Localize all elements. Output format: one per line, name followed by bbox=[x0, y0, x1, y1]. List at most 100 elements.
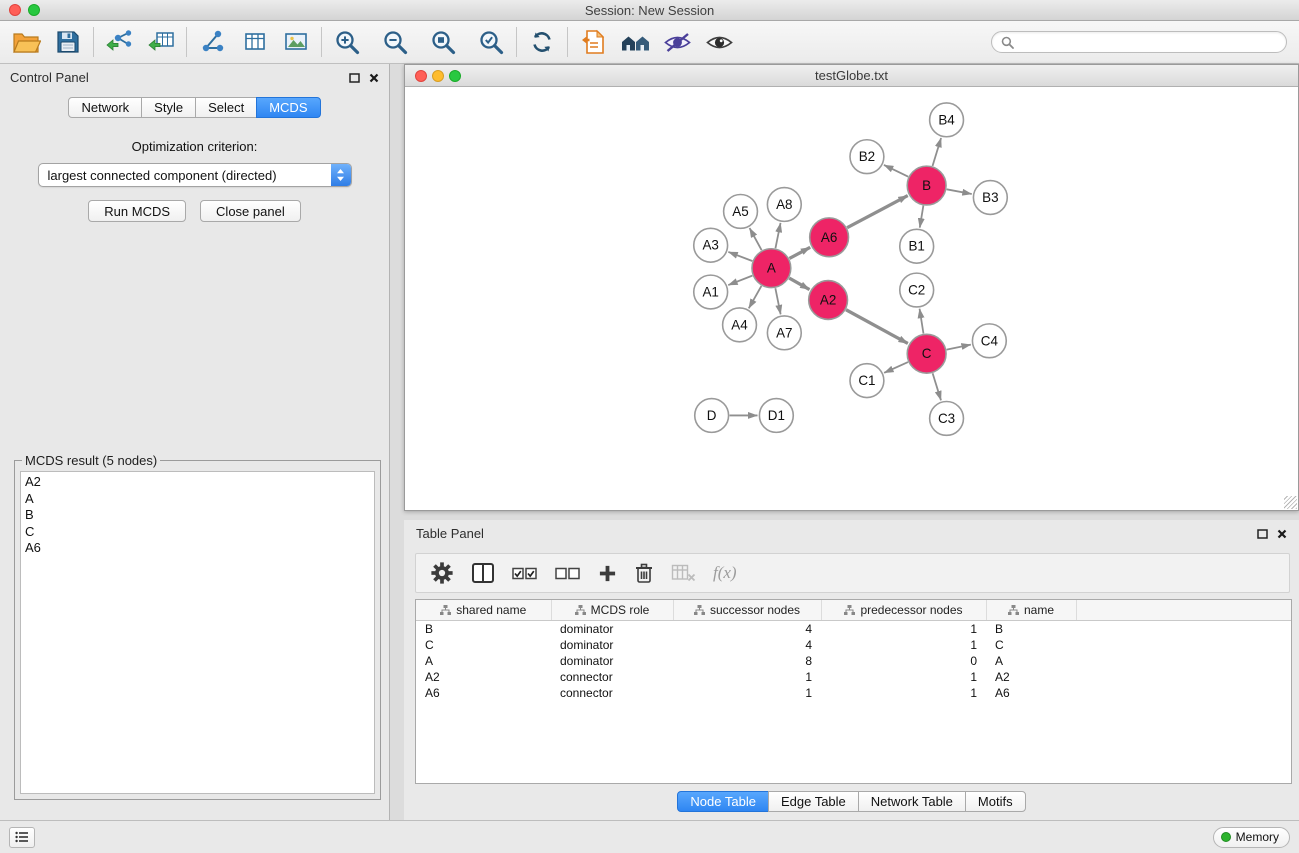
edge-C-C1[interactable] bbox=[884, 362, 908, 373]
zoom-out-button[interactable] bbox=[379, 25, 411, 59]
result-item[interactable]: A2 bbox=[25, 474, 370, 491]
table-cell[interactable]: 1 bbox=[821, 669, 986, 685]
zoom-selected-button[interactable] bbox=[475, 25, 507, 59]
network-window-titlebar[interactable]: testGlobe.txt bbox=[405, 65, 1298, 87]
new-network-button[interactable] bbox=[196, 25, 228, 59]
table-row[interactable]: Adominator80A bbox=[416, 653, 1291, 669]
table-cell[interactable]: dominator bbox=[551, 653, 673, 669]
table-cell[interactable]: dominator bbox=[551, 620, 673, 637]
toggle-graphics-details-button[interactable] bbox=[661, 25, 693, 59]
column-header-name[interactable]: name bbox=[986, 600, 1076, 620]
table-cell[interactable]: 1 bbox=[821, 685, 986, 701]
node-A6[interactable]: A6 bbox=[810, 218, 849, 257]
column-header-shared-name[interactable]: shared name bbox=[416, 600, 551, 620]
edge-C-C4[interactable] bbox=[947, 345, 971, 350]
edge-A-A7[interactable] bbox=[775, 288, 780, 314]
node-A8[interactable]: A8 bbox=[767, 188, 801, 222]
column-header-predecessor-nodes[interactable]: predecessor nodes bbox=[821, 600, 986, 620]
table-cell[interactable]: 4 bbox=[673, 637, 821, 653]
edge-A-A8[interactable] bbox=[775, 223, 780, 248]
edge-B-B4[interactable] bbox=[933, 138, 942, 166]
table-row[interactable]: Cdominator41C bbox=[416, 637, 1291, 653]
edge-A2-C[interactable] bbox=[846, 310, 908, 344]
edge-B-B1[interactable] bbox=[920, 206, 924, 228]
node-C4[interactable]: C4 bbox=[972, 324, 1006, 358]
close-window-button[interactable] bbox=[9, 4, 21, 16]
node-C3[interactable]: C3 bbox=[930, 402, 964, 436]
edge-A-A1[interactable] bbox=[728, 276, 752, 285]
deselect-all-button[interactable] bbox=[555, 558, 581, 588]
tab-network[interactable]: Network bbox=[68, 97, 142, 118]
node-A3[interactable]: A3 bbox=[694, 228, 728, 262]
save-session-button[interactable] bbox=[52, 25, 84, 59]
table-cell[interactable]: 0 bbox=[821, 653, 986, 669]
edge-A-A4[interactable] bbox=[749, 286, 762, 308]
table-cell[interactable]: 8 bbox=[673, 653, 821, 669]
tab-mcds[interactable]: MCDS bbox=[256, 97, 320, 118]
edge-C-C3[interactable] bbox=[933, 373, 941, 400]
tab-select[interactable]: Select bbox=[195, 97, 257, 118]
zoom-in-button[interactable] bbox=[331, 25, 363, 59]
node-D[interactable]: D bbox=[695, 399, 729, 433]
task-history-button[interactable] bbox=[9, 827, 35, 848]
edge-A-A5[interactable] bbox=[750, 228, 762, 250]
tab-edge-table[interactable]: Edge Table bbox=[768, 791, 859, 812]
titlebar[interactable]: Session: New Session bbox=[0, 0, 1299, 21]
new-table-button[interactable] bbox=[238, 25, 270, 59]
search-box[interactable] bbox=[991, 31, 1287, 53]
table-row[interactable]: A6connector11A6 bbox=[416, 685, 1291, 701]
node-table[interactable]: shared nameMCDS rolesuccessor nodesprede… bbox=[415, 599, 1292, 784]
edge-C-C2[interactable] bbox=[920, 309, 924, 334]
table-cell[interactable]: 1 bbox=[673, 685, 821, 701]
open-session-button[interactable] bbox=[10, 25, 42, 59]
run-mcds-button[interactable]: Run MCDS bbox=[88, 200, 186, 222]
add-column-button[interactable] bbox=[598, 558, 617, 588]
minimize-network-window-button[interactable] bbox=[432, 70, 444, 82]
table-cell[interactable]: B bbox=[986, 620, 1076, 637]
node-A2[interactable]: A2 bbox=[809, 281, 848, 320]
node-A5[interactable]: A5 bbox=[724, 194, 758, 228]
edge-A6-B[interactable] bbox=[847, 196, 908, 228]
import-network-from-file-button[interactable] bbox=[103, 25, 135, 59]
node-A7[interactable]: A7 bbox=[767, 316, 801, 350]
result-item[interactable]: A6 bbox=[25, 540, 370, 557]
node-A[interactable]: A bbox=[752, 249, 791, 288]
table-cell[interactable]: connector bbox=[551, 685, 673, 701]
edge-B-B2[interactable] bbox=[884, 165, 908, 177]
close-panel-icon[interactable] bbox=[369, 73, 379, 83]
table-settings-button[interactable] bbox=[430, 558, 454, 588]
table-cell[interactable]: A6 bbox=[986, 685, 1076, 701]
export-image-button[interactable] bbox=[280, 25, 312, 59]
table-cell[interactable]: 4 bbox=[673, 620, 821, 637]
table-cell[interactable]: B bbox=[416, 620, 551, 637]
mcds-result-list[interactable]: A2ABCA6 bbox=[20, 471, 375, 794]
criterion-dropdown[interactable]: largest connected component (directed) bbox=[38, 163, 352, 187]
show-hide-details-button[interactable] bbox=[703, 25, 735, 59]
close-network-window-button[interactable] bbox=[415, 70, 427, 82]
table-cell[interactable]: C bbox=[416, 637, 551, 653]
zoom-network-window-button[interactable] bbox=[449, 70, 461, 82]
close-panel-button[interactable]: Close panel bbox=[200, 200, 301, 222]
table-cell[interactable]: A bbox=[986, 653, 1076, 669]
result-item[interactable]: A bbox=[25, 491, 370, 508]
node-B4[interactable]: B4 bbox=[930, 103, 964, 137]
node-B1[interactable]: B1 bbox=[900, 229, 934, 263]
node-A4[interactable]: A4 bbox=[723, 308, 757, 342]
tab-motifs[interactable]: Motifs bbox=[965, 791, 1026, 812]
resize-grip[interactable] bbox=[1284, 496, 1297, 509]
close-table-panel-icon[interactable] bbox=[1277, 529, 1287, 539]
table-cell[interactable]: A6 bbox=[416, 685, 551, 701]
delete-column-button[interactable] bbox=[634, 558, 654, 588]
node-C[interactable]: C bbox=[907, 334, 946, 373]
node-A1[interactable]: A1 bbox=[694, 275, 728, 309]
function-builder-button[interactable]: f(x) bbox=[713, 558, 737, 588]
table-cell[interactable]: 1 bbox=[821, 620, 986, 637]
table-cell[interactable]: A2 bbox=[986, 669, 1076, 685]
table-cell[interactable]: connector bbox=[551, 669, 673, 685]
node-B2[interactable]: B2 bbox=[850, 140, 884, 174]
table-cell[interactable]: A bbox=[416, 653, 551, 669]
network-canvas[interactable]: B4B2BB3A5A8A6A3B1AA1C2A2A4A7C4CC1C3DD1 bbox=[405, 87, 1298, 510]
edge-A-A2[interactable] bbox=[789, 278, 809, 289]
float-table-panel-icon[interactable] bbox=[1257, 529, 1268, 539]
node-D1[interactable]: D1 bbox=[759, 399, 793, 433]
